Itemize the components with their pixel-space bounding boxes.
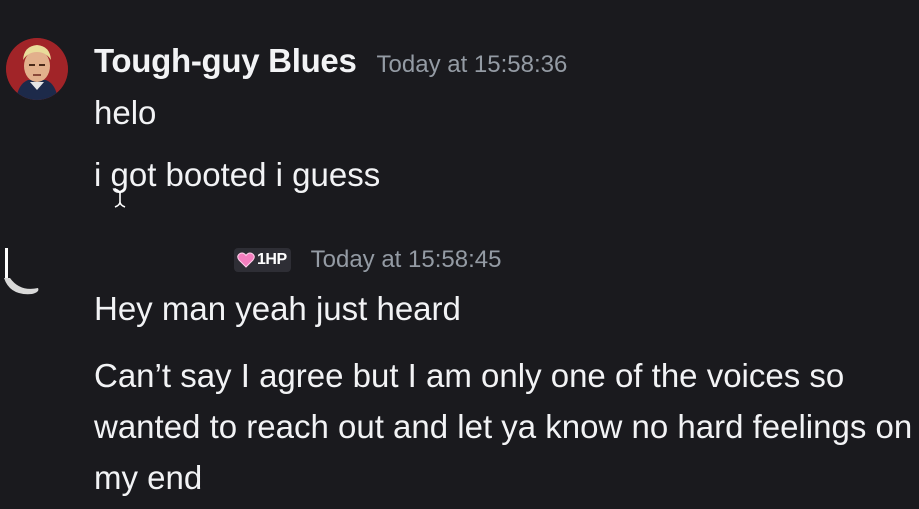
message-header: Tough-guy Blues Today at 15:58:36 <box>94 42 567 80</box>
message-timestamp[interactable]: Today at 15:58:45 <box>311 246 502 274</box>
message-text: i got booted i guess <box>94 156 381 193</box>
pink-heart-icon <box>237 252 255 268</box>
previous-message-fragment <box>300 0 560 5</box>
chat-message-list: Tough-guy Blues Today at 15:58:36 helo i… <box>0 0 919 509</box>
user-avatar[interactable] <box>0 238 60 298</box>
text-cursor-icon <box>113 188 127 208</box>
message-text: helo <box>94 94 157 131</box>
username[interactable]: Tough-guy Blues <box>94 42 357 80</box>
message-timestamp[interactable]: Today at 15:58:36 <box>377 51 568 79</box>
message-text: Can’t say I agree but I am only one of t… <box>94 357 913 496</box>
message-header: 1HP Today at 15:58:45 <box>234 246 501 274</box>
role-badge-label: 1HP <box>257 251 287 268</box>
message-text: Hey man yeah just heard <box>94 290 461 327</box>
role-badge[interactable]: 1HP <box>234 248 291 272</box>
user-avatar[interactable] <box>6 38 68 100</box>
